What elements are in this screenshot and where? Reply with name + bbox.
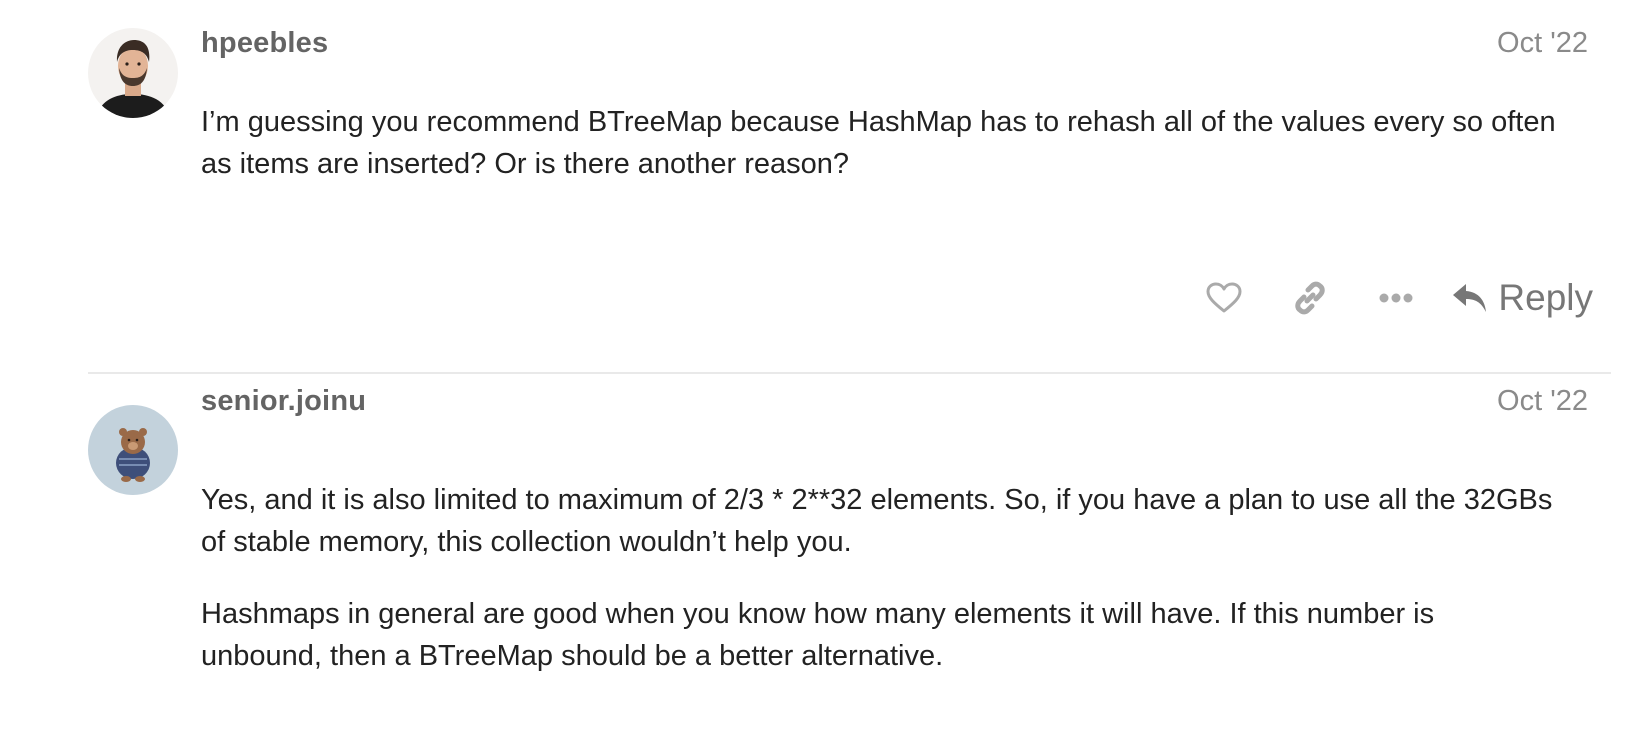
heart-icon [1206, 282, 1242, 313]
post-body: I’m guessing you recommend BTreeMap beca… [201, 101, 1561, 215]
post-hpeebles: hpeebles Oct '22 I’m guessing you recomm… [0, 0, 1638, 372]
ellipsis-icon [1379, 293, 1413, 303]
post-paragraph: Yes, and it is also limited to maximum o… [201, 484, 1553, 558]
post-actions: Reply [1166, 270, 1593, 326]
reply-label: Reply [1498, 277, 1593, 318]
post-username[interactable]: hpeebles [201, 27, 328, 60]
bear-avatar [88, 405, 178, 495]
more-options-button[interactable] [1368, 270, 1424, 326]
reply-arrow-icon [1453, 284, 1487, 312]
post-paragraph: Hashmaps in general are good when you kn… [201, 598, 1435, 672]
copy-link-button[interactable] [1282, 270, 1338, 326]
user-photo-avatar [88, 28, 178, 118]
link-icon [1295, 281, 1326, 315]
post-paragraph: I’m guessing you recommend BTreeMap beca… [201, 106, 1556, 180]
avatar[interactable] [88, 28, 178, 118]
avatar[interactable] [88, 405, 178, 495]
post-date[interactable]: Oct '22 [1497, 27, 1588, 60]
post-username[interactable]: senior.joinu [201, 385, 366, 418]
reply-button[interactable]: Reply [1452, 277, 1593, 319]
like-button[interactable] [1196, 270, 1252, 326]
post-senior-joinu: senior.joinu Oct '22 Yes, and it is also… [0, 374, 1638, 750]
post-date[interactable]: Oct '22 [1497, 385, 1588, 418]
post-body: Yes, and it is also limited to maximum o… [201, 479, 1561, 707]
